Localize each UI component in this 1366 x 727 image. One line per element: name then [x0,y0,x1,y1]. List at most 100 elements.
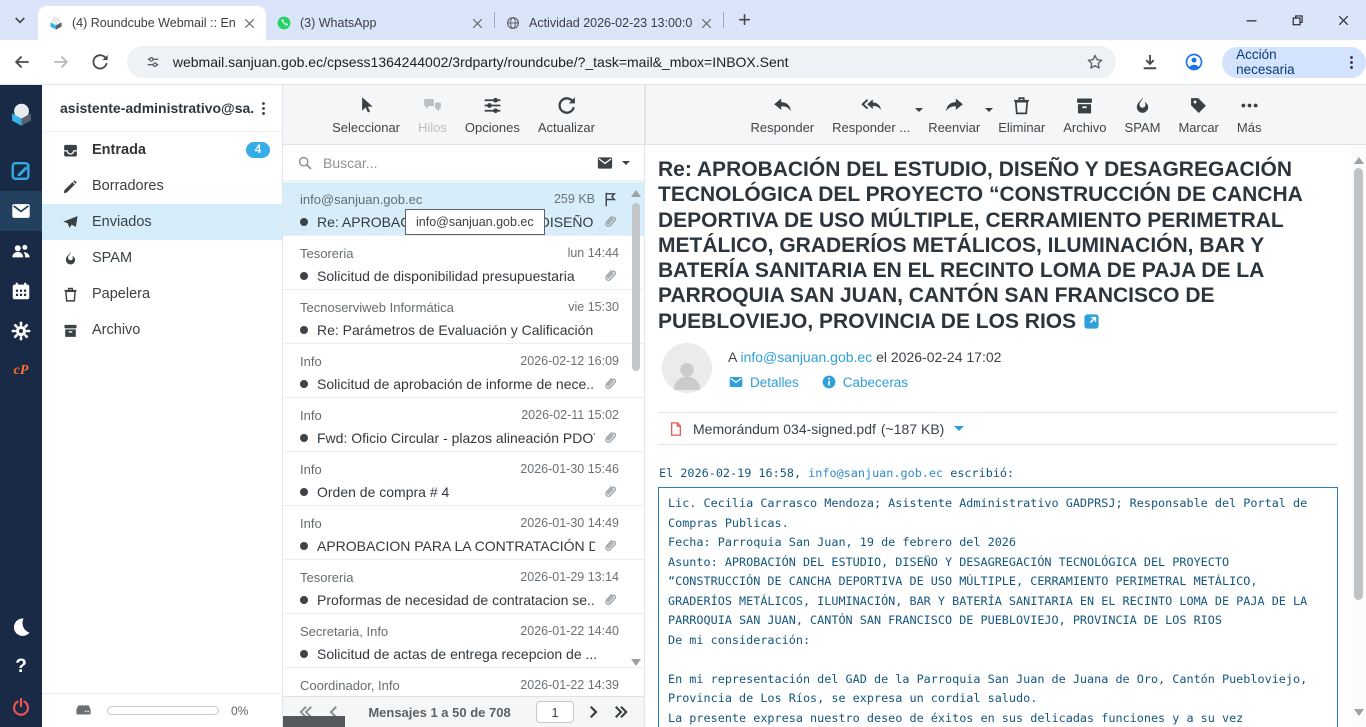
message-row-line2: APROBACION PARA LA CONTRATACIÓN DE... [300,535,619,557]
reader-eliminar-button[interactable]: Eliminar [998,95,1045,135]
profile-icon[interactable] [1184,52,1204,72]
minimize-button[interactable] [1228,0,1274,40]
url-text[interactable]: webmail.sanjuan.gob.ec/cpsess1364244002/… [173,54,1078,70]
attachment-menu-caret-icon[interactable] [954,426,964,436]
bookmark-star-icon[interactable] [1086,53,1104,71]
message-row-8[interactable]: Tesoreria2026-01-29 13:14Proformas de ne… [283,560,645,614]
message-row-9[interactable]: Secretaria, Info2026-01-22 14:40Solicitu… [283,614,645,668]
external-link-icon[interactable] [1083,313,1100,330]
browser-tab-1[interactable]: (4) Roundcube Webmail :: Envia [38,6,266,40]
dots-horizontal-icon [1239,95,1260,116]
sidebar-folder-archivo[interactable]: Archivo [42,312,282,348]
message-row-2[interactable]: Tesorerialun 14:44Solicitud de disponibi… [283,236,645,290]
tab-close-icon[interactable] [469,15,486,32]
reader-scrollbar[interactable] [1351,146,1366,727]
next-page-button[interactable] [584,703,602,721]
reader-scrollbar-thumb[interactable] [1354,168,1363,600]
attachment-name[interactable]: Memorándum 034-signed.pdf [693,421,876,437]
rail-item-contacts[interactable] [0,231,42,271]
last-page-button[interactable] [612,703,630,721]
message-rows: info@sanjuan.gob.ec259 KBRe: APROBACIÓN … [283,182,645,696]
browser-menu-icon[interactable] [1343,54,1360,71]
reader-reenviar-button[interactable]: Reenviar [928,95,980,135]
search-scope-envelope-icon[interactable] [596,154,614,172]
rail-item-moon[interactable] [0,607,42,647]
list-scrollbar[interactable] [630,185,642,685]
list-seleccionar-button[interactable]: Seleccionar [332,95,400,135]
sidebar-folder-papelera[interactable]: Papelera [42,276,282,312]
list-opciones-button[interactable]: Opciones [465,95,520,135]
quote-address-link[interactable]: info@sanjuan.gob.ec [808,466,943,480]
message-row-5[interactable]: Info2026-02-11 15:02Fwd: Oficio Circular… [283,398,645,452]
message-subject: Orden de compra # 4 [317,484,595,500]
refresh-icon [556,95,577,116]
account-row[interactable]: asistente-administrativo@sa... [42,85,282,132]
toolbar-button-label: Hilos [418,120,447,135]
message-row-6[interactable]: Info2026-01-30 15:46Orden de compra # 4 [283,452,645,506]
rail-item-compose[interactable] [0,151,42,191]
reader-marcar-button[interactable]: Marcar [1178,95,1218,135]
tab-search-chevron-icon[interactable] [12,12,28,28]
list-hilos-button[interactable]: Hilos [418,95,447,135]
sidebar-folder-borradores[interactable]: Borradores [42,168,282,204]
reader-más-button[interactable]: Más [1237,95,1262,135]
message-subject: APROBACION PARA LA CONTRATACIÓN DE... [317,538,595,554]
search-bar[interactable]: Buscar... [283,145,644,181]
reader-archivo-button[interactable]: Archivo [1063,95,1106,135]
action-needed-button[interactable]: Acción necesaria [1222,47,1366,78]
headers-link[interactable]: Cabeceras [843,375,908,390]
reader-responder--button[interactable]: Responder ... [832,95,910,135]
scroll-up-arrow-icon[interactable] [1354,152,1364,164]
reader-responder-button[interactable]: Responder [751,95,815,135]
sidebar-folder-spam[interactable]: SPAM [42,240,282,276]
search-scope-caret-icon[interactable] [622,161,630,169]
tab-close-icon[interactable] [241,15,258,32]
toolbar-button-label: SPAM [1125,120,1161,135]
browser-tab-3[interactable]: Actividad 2026-02-23 13:00:00 [495,6,723,40]
rail-item-cpanel[interactable]: cP [0,351,42,391]
attachment-row[interactable]: Memorándum 034-signed.pdf (~187 KB) [658,412,1338,445]
reload-button[interactable] [84,45,117,79]
search-input[interactable]: Buscar... [323,155,596,171]
message-row-10[interactable]: Coordinador, Info2026-01-22 14:39 [283,668,645,696]
rail-item-roundcube-logo[interactable] [0,89,42,139]
sliders-icon [482,95,503,116]
recipient-address-link[interactable]: info@sanjuan.gob.ec [740,349,872,365]
scroll-up-arrow-icon[interactable] [631,185,641,197]
back-button[interactable] [6,45,39,79]
close-button[interactable] [1320,0,1366,40]
page-number-input[interactable]: 1 [536,701,574,723]
sidebar-folder-entrada[interactable]: Entrada4 [42,132,282,168]
details-envelope-icon [728,374,744,390]
account-menu-icon[interactable] [255,100,272,117]
rail-item-help[interactable]: ? [0,647,42,687]
message-row-7[interactable]: Info2026-01-30 14:49APROBACION PARA LA C… [283,506,645,560]
sender-tooltip: info@sanjuan.gob.ec [405,209,545,235]
site-settings-icon[interactable] [145,54,161,70]
list-scrollbar-thumb[interactable] [632,203,640,371]
body-line: GRADERÍOS METÁLICOS, ILUMINACIÓN, BAR Y … [668,592,1337,612]
downloads-icon[interactable] [1140,52,1160,72]
sidebar-folder-enviados[interactable]: Enviados [42,204,282,240]
message-row-4[interactable]: Info2026-02-12 16:09Solicitud de aprobac… [283,344,645,398]
rail-item-settings[interactable] [0,311,42,351]
omnibox[interactable]: webmail.sanjuan.gob.ec/cpsess1364244002/… [127,46,1116,78]
dropdown-caret-icon[interactable] [915,108,923,116]
new-tab-button[interactable]: + [736,12,753,29]
pdf-file-icon [668,421,684,437]
browser-tab-2[interactable]: (3) WhatsApp [266,6,494,40]
flag-icon [602,191,619,208]
scroll-down-arrow-icon[interactable] [1354,709,1364,721]
scroll-down-arrow-icon[interactable] [631,659,641,671]
rail-item-power[interactable] [0,687,42,727]
details-link[interactable]: Detalles [750,375,799,390]
tab-close-icon[interactable] [698,15,715,32]
list-actualizar-button[interactable]: Actualizar [538,95,595,135]
restore-button[interactable] [1274,0,1320,40]
rail-item-calendar[interactable] [0,271,42,311]
forward-button[interactable] [45,45,78,79]
dropdown-caret-icon[interactable] [985,108,993,116]
reader-spam-button[interactable]: SPAM [1125,95,1161,135]
rail-item-mail[interactable] [0,191,42,231]
message-row-3[interactable]: Tecnoserviweb Informáticavie 15:30Re: Pa… [283,290,645,344]
